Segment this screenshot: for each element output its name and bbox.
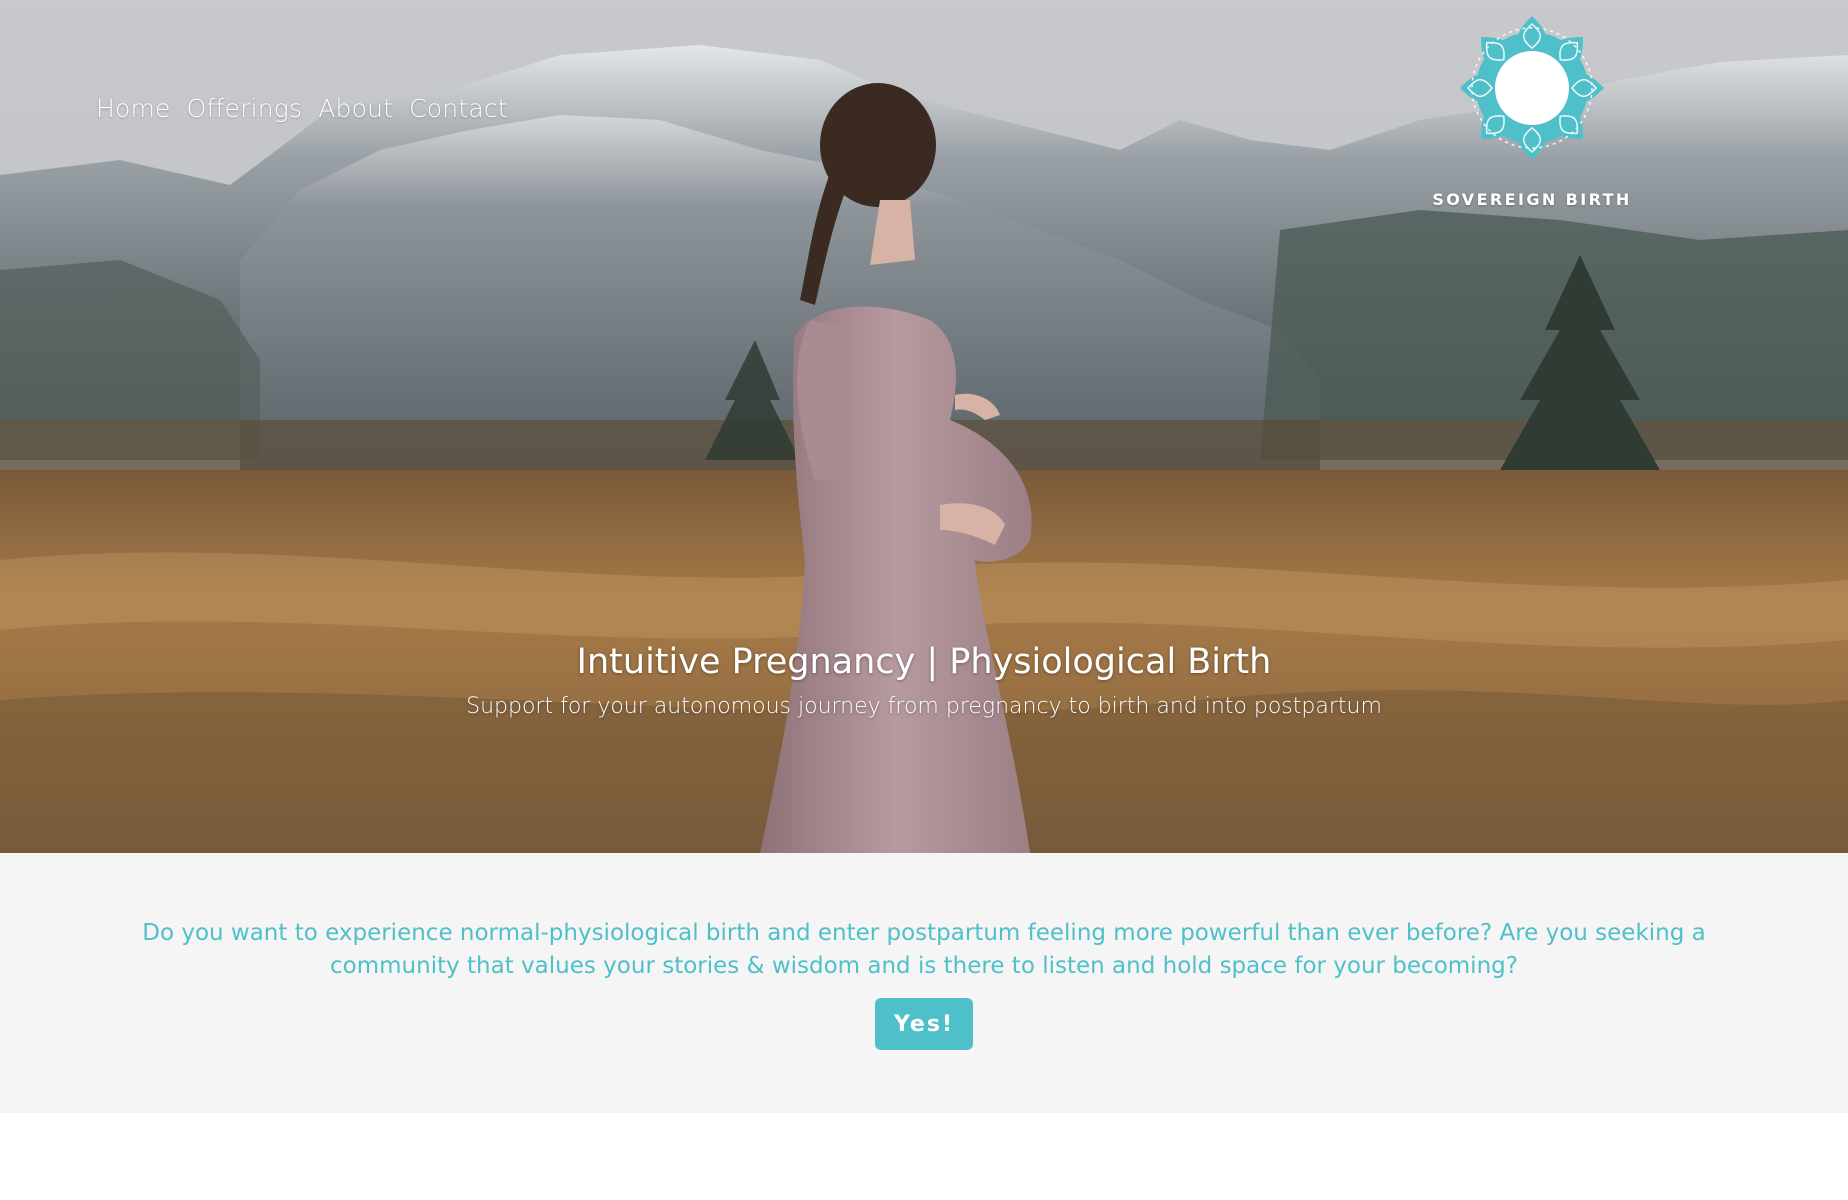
main-nav: Home Offerings About Contact <box>96 94 508 123</box>
mandala-icon <box>1460 16 1604 160</box>
hero-section: Home Offerings About Contact SOVEREIGN B… <box>0 0 1848 853</box>
nav-home-link[interactable]: Home <box>96 94 171 123</box>
cta-section: Do you want to experience normal-physiol… <box>0 853 1848 1113</box>
hero-subtitle: Support for your autonomous journey from… <box>466 694 1382 719</box>
logo-text: SOVEREIGN BIRTH <box>1432 190 1632 209</box>
page: Home Offerings About Contact SOVEREIGN B… <box>0 0 1848 1200</box>
cta-text: Do you want to experience normal-physiol… <box>142 920 1706 979</box>
yes-button[interactable]: Yes! <box>875 998 973 1050</box>
nav-offerings-link[interactable]: Offerings <box>187 94 303 123</box>
site-logo[interactable]: SOVEREIGN BIRTH <box>1428 14 1636 209</box>
hero-title: Intuitive Pregnancy | Physiological Birt… <box>576 642 1272 682</box>
nav-contact-link[interactable]: Contact <box>409 94 508 123</box>
nav-about-link[interactable]: About <box>318 94 393 123</box>
